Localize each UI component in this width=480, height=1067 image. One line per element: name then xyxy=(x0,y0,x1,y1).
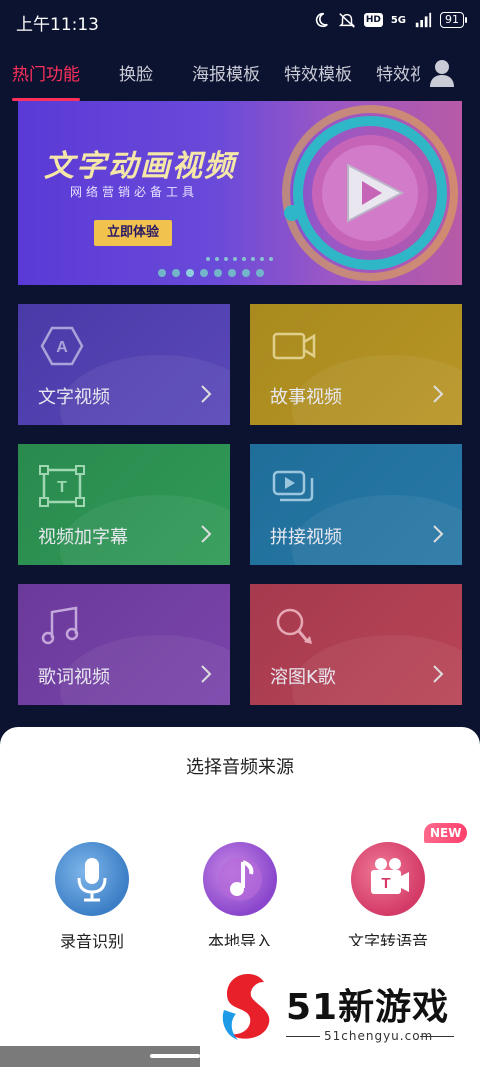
option-local-import[interactable]: 本地导入 xyxy=(180,842,300,952)
status-icons: HD 5G 91 xyxy=(312,11,467,29)
user-avatar-icon[interactable] xyxy=(428,58,456,88)
feature-video-subtitles[interactable]: T 视频加字幕 xyxy=(18,444,230,565)
category-tabs: 热门功能 换脸 海报模板 特效模板 特效视频 xyxy=(0,52,480,102)
watermark-line-left xyxy=(286,1036,320,1037)
signal-icon xyxy=(415,12,432,28)
new-badge: NEW xyxy=(424,823,468,843)
watermark-line-right xyxy=(420,1036,454,1037)
feature-label: 故事视频 xyxy=(270,387,342,408)
feature-text-video[interactable]: A 文字视频 xyxy=(18,304,230,425)
watermark-site: 51chengyu.com xyxy=(324,1029,434,1043)
home-indicator[interactable] xyxy=(150,1054,200,1058)
tts-option-circle[interactable]: T xyxy=(351,842,425,916)
tab-effect-videos[interactable]: 特效视频 xyxy=(376,60,420,85)
chevron-right-icon xyxy=(433,665,444,683)
sheet-title: 选择音频来源 xyxy=(186,757,294,778)
feature-blend-karaoke[interactable]: 溶图K歌 xyxy=(250,584,462,705)
tab-hot-features[interactable]: 热门功能 xyxy=(12,60,80,85)
brand-logo-icon xyxy=(222,974,270,1040)
watermark-brand: 51新游戏 xyxy=(286,987,450,1028)
chevron-right-icon xyxy=(433,385,444,403)
option-record-recognition[interactable]: 录音识别 xyxy=(32,842,152,952)
status-bar: 上午11:13 HD 5G 91 xyxy=(0,0,480,42)
battery-indicator: 91 xyxy=(440,12,467,28)
import-option-circle[interactable] xyxy=(203,842,277,916)
mute-bell-icon xyxy=(338,13,355,28)
banner-title: 文字动画视频 xyxy=(44,149,236,184)
tab-poster-templates[interactable]: 海报模板 xyxy=(192,60,260,85)
microphone-icon xyxy=(276,608,312,644)
svg-text:T: T xyxy=(381,875,390,892)
banner-try-button[interactable]: 立即体验 xyxy=(94,220,172,246)
tab-effect-templates[interactable]: 特效模板 xyxy=(284,60,352,85)
play-illustration-icon xyxy=(282,105,458,281)
music-note-icon xyxy=(41,606,79,645)
carousel-indicators xyxy=(158,269,264,277)
text-a-icon: A xyxy=(40,326,84,366)
feature-lyrics-video[interactable]: 歌词视频 xyxy=(18,584,230,705)
feature-story-video[interactable]: 故事视频 xyxy=(250,304,462,425)
tab-face-swap[interactable]: 换脸 xyxy=(119,60,153,85)
microphone-icon xyxy=(77,858,107,902)
feature-label: 视频加字幕 xyxy=(38,527,128,548)
text-to-speech-icon: T xyxy=(371,858,409,894)
option-label: 录音识别 xyxy=(59,932,124,951)
decorative-dots xyxy=(206,257,273,261)
feature-label: 文字视频 xyxy=(38,387,110,408)
record-option-circle[interactable] xyxy=(55,842,129,916)
svg-text:A: A xyxy=(56,339,68,356)
stacked-video-icon xyxy=(272,470,314,502)
text-frame-icon: T xyxy=(39,465,85,507)
network-label: 5G xyxy=(390,14,406,26)
banner-subtitle: 网络营销必备工具 xyxy=(70,185,199,199)
feature-label: 溶图K歌 xyxy=(270,667,336,688)
status-time: 上午11:13 xyxy=(16,15,99,35)
chevron-right-icon xyxy=(201,665,212,683)
option-text-to-speech[interactable]: T 文字转语音 xyxy=(328,842,448,952)
camera-icon xyxy=(272,332,316,360)
feature-merge-video[interactable]: 拼接视频 xyxy=(250,444,462,565)
moon-icon xyxy=(315,12,328,27)
chevron-right-icon xyxy=(201,525,212,543)
chevron-right-icon xyxy=(433,525,444,543)
svg-text:T: T xyxy=(57,479,67,496)
chevron-right-icon xyxy=(201,385,212,403)
promo-banner[interactable]: 文字动画视频 网络营销必备工具 立即体验 xyxy=(18,101,462,285)
music-note-icon xyxy=(218,857,262,901)
feature-label: 歌词视频 xyxy=(38,667,110,688)
hd-badge: HD xyxy=(363,13,383,27)
feature-label: 拼接视频 xyxy=(270,527,342,548)
